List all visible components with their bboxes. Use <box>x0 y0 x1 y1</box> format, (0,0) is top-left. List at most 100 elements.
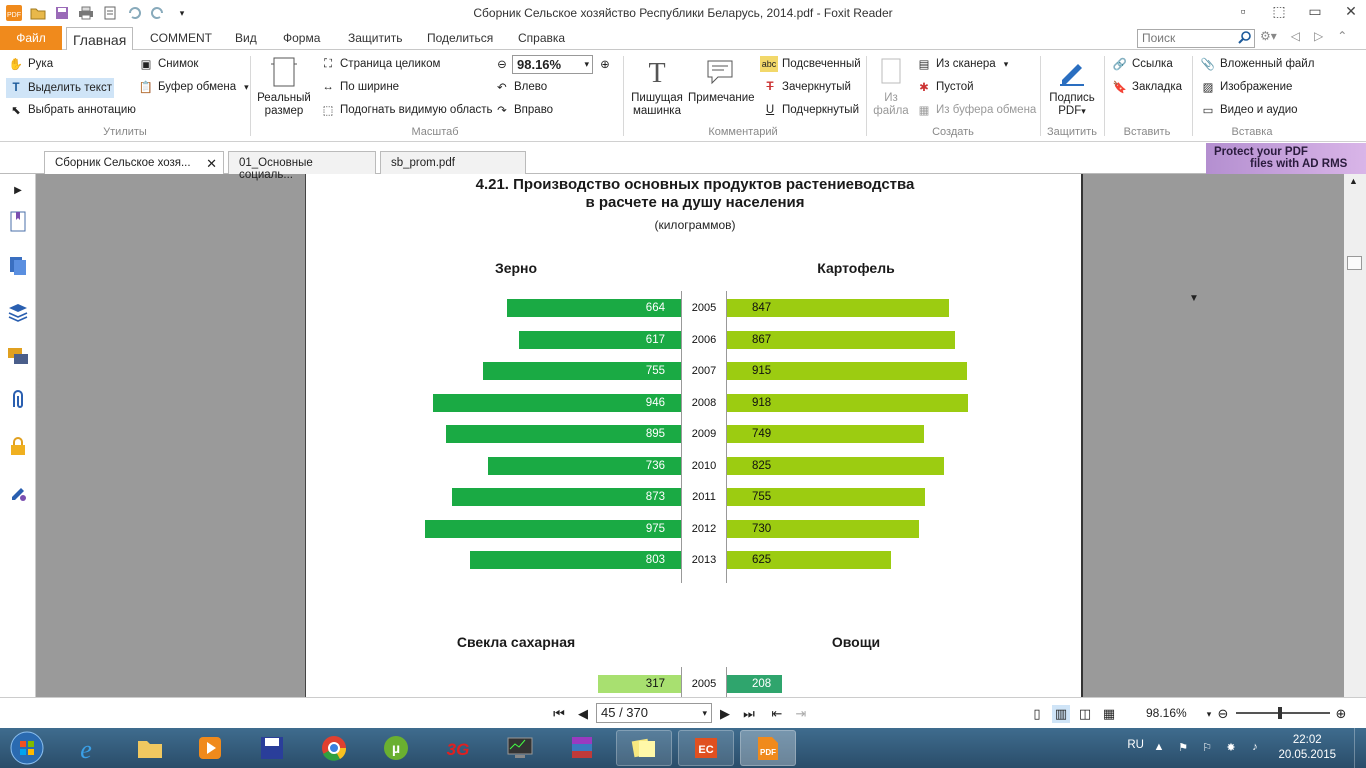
comments-panel-icon[interactable] <box>6 344 30 368</box>
taskbar-utorrent[interactable]: µ <box>368 730 424 766</box>
taskbar-save-app[interactable] <box>244 730 300 766</box>
system-clock[interactable]: 22:02 20.05.2015 <box>1278 733 1336 763</box>
taskbar-internet-explorer[interactable]: e <box>58 730 114 766</box>
strikeout-button[interactable]: T Зачеркнутый <box>762 79 850 95</box>
tab-comment[interactable]: COMMENT <box>150 26 212 50</box>
bookmark-button[interactable]: 🔖 Закладка <box>1112 79 1182 95</box>
forward-arrow-icon[interactable]: ▷ <box>1314 29 1323 43</box>
tab-protect[interactable]: Защитить <box>348 26 402 50</box>
fit-page-button[interactable]: ⛶ Страница целиком <box>320 56 440 72</box>
collapse-ribbon-icon[interactable]: ⌃ <box>1337 29 1347 43</box>
tab-home[interactable]: Главная <box>66 27 134 51</box>
zoom-slider-handle[interactable] <box>1278 707 1282 719</box>
close-button[interactable]: ✕ <box>1344 2 1358 20</box>
continuous-view-icon[interactable]: ▥ <box>1052 705 1070 723</box>
first-page-icon[interactable]: ⏮ <box>550 705 568 723</box>
notification-star-icon[interactable]: ✸ <box>1224 740 1238 754</box>
image-button[interactable]: ▨ Изображение <box>1200 79 1293 95</box>
previous-view-icon[interactable]: ⇤ <box>768 705 786 723</box>
attachments-panel-icon[interactable] <box>6 388 30 412</box>
taskbar-winrar[interactable] <box>554 730 610 766</box>
show-hidden-icons-arrow-icon[interactable]: ▲ <box>1152 740 1166 754</box>
typewriter-button[interactable]: T Пишущая машинка <box>628 56 686 118</box>
next-page-icon[interactable]: ▶ <box>716 705 734 723</box>
facing-view-icon[interactable]: ◫ <box>1076 705 1094 723</box>
taskbar-system-monitor[interactable] <box>492 730 548 766</box>
snapshot-button[interactable]: ▣ Снимок <box>138 56 199 72</box>
from-scanner-button[interactable]: ▤ Из сканера ▾ <box>916 56 1009 72</box>
bookmarks-panel-icon[interactable] <box>6 210 30 234</box>
sign-dropdown-icon[interactable]: ▾ <box>1081 106 1086 116</box>
zoom-out-status-icon[interactable]: ⊖ <box>1214 705 1232 723</box>
from-clipboard-button[interactable]: ▦ Из буфера обмена <box>916 102 1037 118</box>
note-button[interactable]: Примечание <box>688 56 755 105</box>
expand-panel-arrow-icon[interactable]: ▶ <box>6 178 30 202</box>
tab-help[interactable]: Справка <box>518 26 565 50</box>
promo-banner[interactable]: Protect your PDF files with AD RMS <box>1206 143 1366 174</box>
minimize-button[interactable]: ▫ <box>1236 2 1250 20</box>
panel-resize-handle[interactable] <box>37 374 40 418</box>
clipboard-dropdown-icon[interactable]: ▾ <box>244 82 249 93</box>
taskbar-presentation[interactable]: EC <box>678 730 734 766</box>
fit-width-button[interactable]: ↔ По ширине <box>320 79 399 95</box>
previous-page-icon[interactable]: ◀ <box>574 705 592 723</box>
doc-tab-agriculture[interactable]: Сборник Сельское хозя... ✕ <box>44 151 224 174</box>
page-number-field[interactable]: 45 / 370 ▾ <box>596 703 712 723</box>
rotate-left-button[interactable]: ↶ Влево <box>494 79 547 95</box>
vertical-scrollbar[interactable]: ▲ <box>1344 174 1366 697</box>
blank-page-button[interactable]: ✱ Пустой <box>916 79 973 95</box>
underline-button[interactable]: U Подчеркнутый <box>762 102 859 118</box>
zoom-slider[interactable] <box>1236 707 1330 719</box>
doc-tab-social[interactable]: 01_Основные социаль... <box>228 151 376 181</box>
link-button[interactable]: 🔗 Ссылка <box>1112 56 1173 72</box>
search-input[interactable]: Поиск <box>1137 29 1255 48</box>
layers-panel-icon[interactable] <box>6 300 30 324</box>
taskbar-foxit-reader[interactable]: PDF <box>740 730 796 766</box>
tab-share[interactable]: Поделиться <box>427 26 493 50</box>
zoom-in-button[interactable]: ⊕ <box>597 56 613 72</box>
hand-tool-button[interactable]: ✋ Рука <box>8 56 53 72</box>
tab-list-dropdown-icon[interactable]: ▼ <box>1189 293 1199 304</box>
close-tab-icon[interactable]: ✕ <box>206 156 217 172</box>
volume-icon[interactable]: ♪ <box>1248 740 1262 754</box>
select-annotation-button[interactable]: ⬉ Выбрать аннотацию <box>8 102 136 118</box>
video-button[interactable]: ▭ Видео и аудио <box>1200 102 1298 118</box>
start-button[interactable] <box>2 728 52 768</box>
zoom-out-button[interactable]: ⊖ <box>494 56 510 72</box>
taskbar-sticky-notes[interactable] <box>616 730 672 766</box>
rotate-right-button[interactable]: ↷ Вправо <box>494 102 553 118</box>
pages-panel-icon[interactable] <box>6 254 30 278</box>
input-language[interactable]: RU <box>1127 739 1144 751</box>
zoom-in-status-icon[interactable]: ⊕ <box>1332 705 1350 723</box>
taskbar-explorer[interactable] <box>122 730 178 766</box>
restore-button[interactable]: ⬚ <box>1272 2 1286 20</box>
doc-tab-sb-prom[interactable]: sb_prom.pdf <box>380 151 526 174</box>
from-file-button[interactable]: Из файла <box>872 56 910 118</box>
settings-gear-icon[interactable]: ⚙▾ <box>1260 29 1277 43</box>
security-lock-icon[interactable] <box>6 434 30 458</box>
select-text-button[interactable]: T Выделить текст <box>6 78 114 98</box>
network-status-icon[interactable]: ⚑ <box>1176 740 1190 754</box>
taskbar-chrome[interactable] <box>306 730 362 766</box>
signatures-panel-icon[interactable] <box>6 480 30 504</box>
tab-form[interactable]: Форма <box>283 26 320 50</box>
single-page-view-icon[interactable]: ▯ <box>1028 705 1046 723</box>
taskbar-3g-modem[interactable]: 3G <box>430 730 486 766</box>
maximize-button[interactable]: ▭ <box>1308 2 1322 20</box>
search-icon[interactable] <box>1238 31 1251 49</box>
sign-pdf-button[interactable]: Подпись PDF▾ <box>1046 56 1098 118</box>
scanner-dropdown-icon[interactable]: ▾ <box>1004 59 1009 70</box>
highlight-button[interactable]: abc Подсвеченный <box>760 56 861 72</box>
clipboard-button[interactable]: 📋 Буфер обмена ▾ <box>138 79 249 95</box>
page-dropdown-icon[interactable]: ▾ <box>702 704 707 722</box>
actual-size-button[interactable]: Реальный размер <box>256 56 312 118</box>
show-desktop-button[interactable] <box>1354 728 1366 768</box>
taskbar-media-player[interactable] <box>182 730 238 766</box>
zoom-dropdown-icon[interactable]: ▾ <box>584 56 589 73</box>
action-center-flag-icon[interactable]: ⚐ <box>1200 740 1214 754</box>
fit-visible-button[interactable]: ⬚ Подогнать видимую область <box>320 102 493 118</box>
file-menu[interactable]: Файл <box>0 26 62 50</box>
next-view-icon[interactable]: ⇥ <box>792 705 810 723</box>
last-page-icon[interactable]: ⏭ <box>740 705 758 723</box>
zoom-level-field[interactable]: 98.16% ▾ <box>512 55 593 74</box>
